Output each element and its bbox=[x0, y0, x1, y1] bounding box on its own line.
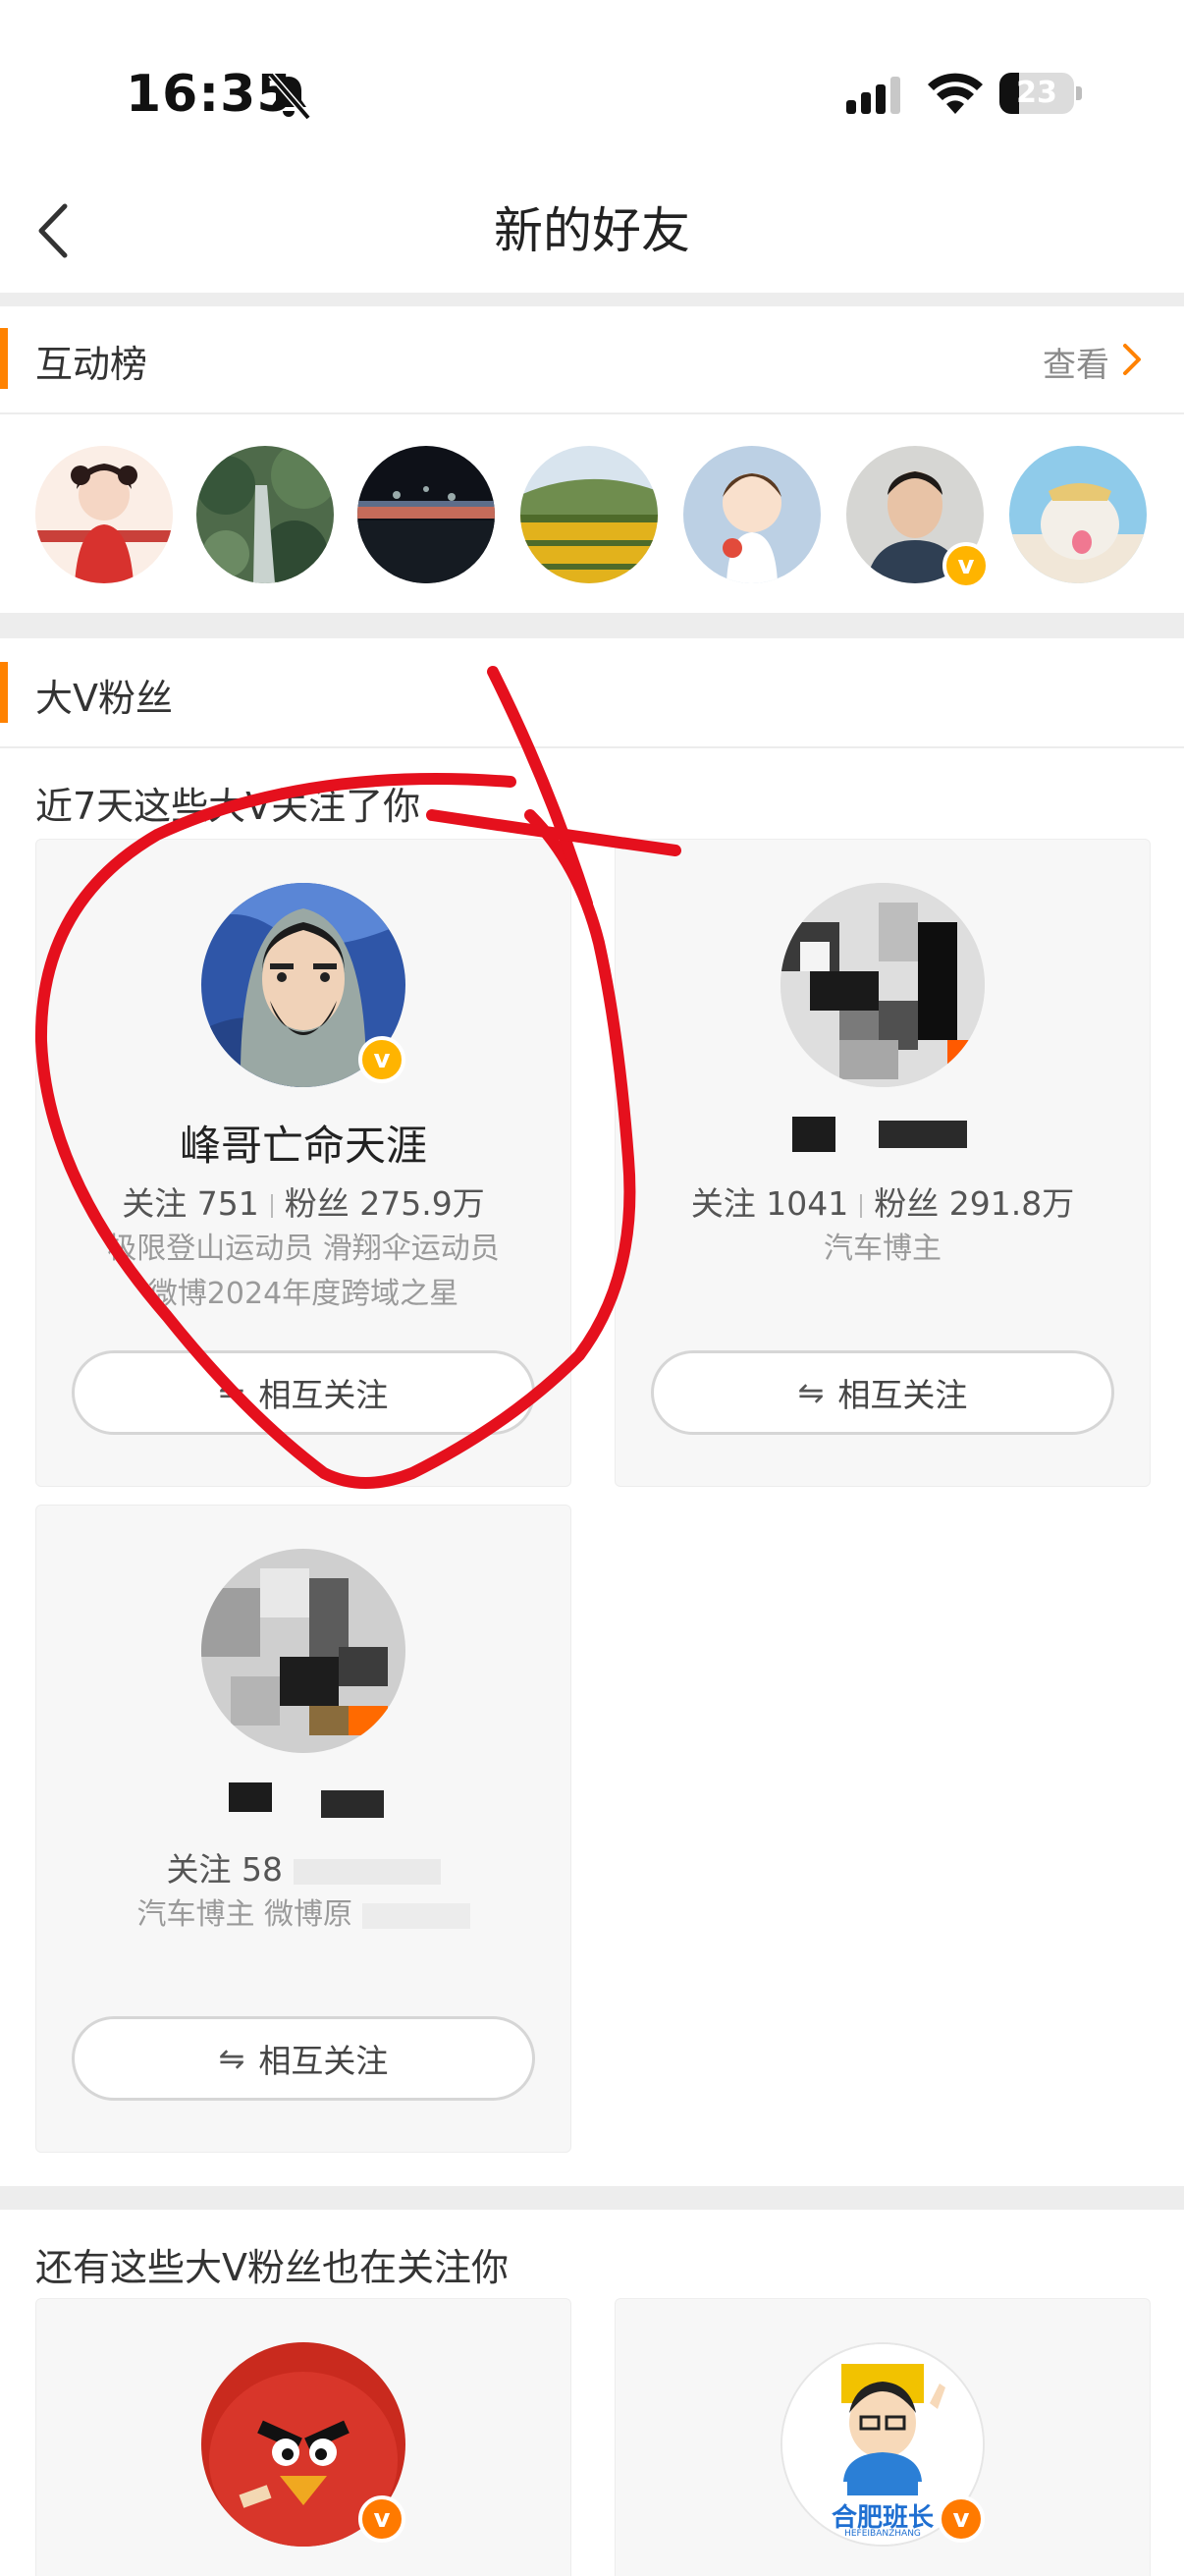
bigv-section-title: 大V粉丝 bbox=[35, 677, 173, 720]
mutual-follow-button[interactable]: ⇋ 相互关注 bbox=[72, 1350, 535, 1435]
card-stats: 关注 1041 粉丝 291.8万 bbox=[616, 1178, 1150, 1225]
follow-label: 关注 bbox=[166, 1850, 232, 1889]
verified-v-icon: v bbox=[358, 1036, 405, 1083]
chevron-right-icon[interactable] bbox=[1119, 340, 1145, 379]
redaction-block bbox=[229, 1782, 272, 1812]
swap-arrows-icon: ⇋ bbox=[218, 2040, 245, 2077]
avatar-pixelated[interactable] bbox=[780, 883, 985, 1087]
verified-v-icon: v bbox=[358, 2495, 405, 2543]
battery-tip bbox=[1076, 86, 1082, 100]
bigv-card[interactable]: 关注 58 汽车博主 微博原 ⇋ 相互关注 bbox=[35, 1505, 571, 2153]
rank-avatar-5[interactable] bbox=[683, 446, 821, 583]
rank-avatar-4[interactable] bbox=[520, 446, 658, 583]
mutual-follow-label: 相互关注 bbox=[258, 1376, 389, 1414]
signal-icon bbox=[846, 77, 900, 114]
card-desc-text: 汽车博主 微博原 bbox=[136, 1897, 352, 1932]
follow-label: 关注 bbox=[690, 1184, 756, 1223]
fans-count: 275.9万 bbox=[359, 1184, 485, 1223]
section-accent-bar bbox=[0, 662, 8, 723]
bigv-card[interactable]: 合肥班长 HEFEIBANZHANG v bbox=[615, 2298, 1151, 2576]
redaction-block bbox=[879, 1121, 967, 1148]
verified-v-icon: v bbox=[942, 542, 990, 589]
card-desc-line-1: 汽车博主 bbox=[824, 1232, 942, 1266]
fans-label: 粉丝 bbox=[284, 1184, 350, 1223]
bigv-card[interactable]: v 峰哥亡命天涯 关注 751 粉丝 275.9万 极限登山运动员 滑翔伞运动员 … bbox=[35, 839, 571, 1487]
stat-divider bbox=[860, 1193, 863, 1218]
mutual-follow-button[interactable]: ⇋ 相互关注 bbox=[72, 2016, 535, 2101]
avatar-pixelated[interactable] bbox=[201, 1549, 405, 1753]
battery-indicator: 23 bbox=[999, 73, 1074, 114]
follow-count: 751 bbox=[196, 1184, 259, 1223]
swap-arrows-icon: ⇋ bbox=[218, 1374, 245, 1411]
follow-label: 关注 bbox=[122, 1184, 188, 1223]
redaction-block bbox=[293, 1858, 441, 1885]
card-desc-line-2: 微博2024年度跨域之星 bbox=[147, 1277, 459, 1311]
section-accent-bar bbox=[0, 328, 8, 389]
divider bbox=[0, 412, 1184, 414]
rank-avatar-1[interactable] bbox=[35, 446, 173, 583]
page-title: 新的好友 bbox=[494, 202, 690, 259]
bell-slash-icon bbox=[268, 72, 311, 121]
rank-avatar-7[interactable] bbox=[1009, 446, 1147, 583]
card-stats: 关注 58 bbox=[36, 1843, 570, 1891]
wifi-icon bbox=[928, 73, 983, 114]
mutual-follow-label: 相互关注 bbox=[258, 2042, 389, 2080]
section-divider bbox=[0, 613, 1184, 638]
follow-count: 58 bbox=[242, 1850, 283, 1889]
verified-v-icon: v bbox=[938, 2495, 985, 2543]
view-more-link[interactable]: 查看 bbox=[1043, 338, 1109, 386]
section-divider bbox=[0, 2186, 1184, 2210]
stat-divider bbox=[270, 1193, 273, 1218]
card-desc-line-1: 汽车博主 微博原 bbox=[36, 1892, 570, 1938]
mutual-follow-label: 相互关注 bbox=[837, 1376, 968, 1414]
fans-count: 291.8万 bbox=[948, 1184, 1075, 1223]
bigv-subtitle: 近7天这些大V关注了你 bbox=[35, 785, 421, 828]
bigv-card[interactable]: 关注 1041 粉丝 291.8万 汽车博主 ⇋ 相互关注 bbox=[615, 839, 1151, 1487]
swap-arrows-icon: ⇋ bbox=[797, 1374, 825, 1411]
mutual-follow-button[interactable]: ⇋ 相互关注 bbox=[651, 1350, 1114, 1435]
card-stats: 关注 751 粉丝 275.9万 bbox=[36, 1178, 570, 1225]
bigv-card[interactable]: v bbox=[35, 2298, 571, 2576]
interaction-rank-title: 互动榜 bbox=[35, 343, 148, 386]
rank-avatar-2[interactable] bbox=[196, 446, 334, 583]
follow-count: 1041 bbox=[766, 1184, 849, 1223]
logo-subtext: HEFEIBANZHANG bbox=[844, 2529, 921, 2539]
more-bigv-title: 还有这些大V粉丝也在关注你 bbox=[35, 2246, 509, 2289]
fans-label: 粉丝 bbox=[874, 1184, 940, 1223]
card-name[interactable]: 峰哥亡命天涯 bbox=[36, 1113, 570, 1173]
redaction-block bbox=[792, 1117, 835, 1152]
redaction-block bbox=[321, 1790, 384, 1818]
rank-avatar-3[interactable] bbox=[357, 446, 495, 583]
redaction-block bbox=[361, 1902, 470, 1929]
battery-level: 23 bbox=[1016, 76, 1057, 110]
card-desc-line-1: 极限登山运动员 滑翔伞运动员 bbox=[107, 1232, 500, 1266]
section-divider bbox=[0, 293, 1184, 306]
divider bbox=[0, 746, 1184, 748]
